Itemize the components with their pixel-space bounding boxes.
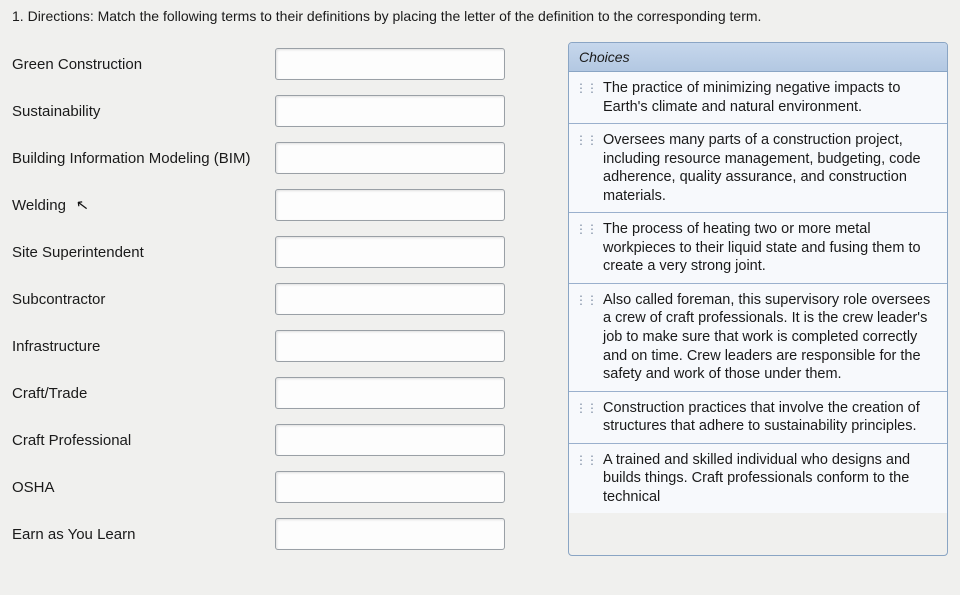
drag-handle-icon[interactable]: ⋮⋮: [575, 399, 597, 414]
drag-handle-icon[interactable]: ⋮⋮: [575, 451, 597, 466]
choice-item[interactable]: ⋮⋮ A trained and skilled individual who d…: [569, 444, 947, 514]
term-label: Subcontractor: [12, 291, 257, 308]
answer-drop-slot[interactable]: [275, 424, 505, 456]
question-number: 1.: [12, 8, 24, 24]
term-row: Craft Professional: [12, 418, 552, 462]
term-label: Green Construction: [12, 56, 257, 73]
term-row: Building Information Modeling (BIM): [12, 136, 552, 180]
term-label: OSHA: [12, 479, 257, 496]
term-row: Earn as You Learn: [12, 512, 552, 556]
drag-handle-icon[interactable]: ⋮⋮: [575, 291, 597, 306]
answer-drop-slot[interactable]: [275, 95, 505, 127]
choice-item[interactable]: ⋮⋮ Construction practices that involve th…: [569, 392, 947, 444]
term-row: Infrastructure: [12, 324, 552, 368]
choices-list: ⋮⋮ The practice of minimizing negative im…: [569, 72, 947, 513]
term-label: Site Superintendent: [12, 244, 257, 261]
term-row: Welding: [12, 183, 552, 227]
term-row: Sustainability: [12, 89, 552, 133]
term-label: Craft/Trade: [12, 385, 257, 402]
answer-drop-slot[interactable]: [275, 48, 505, 80]
drag-handle-icon[interactable]: ⋮⋮: [575, 131, 597, 146]
answer-drop-slot[interactable]: [275, 471, 505, 503]
answer-drop-slot[interactable]: [275, 377, 505, 409]
choices-header: Choices: [569, 43, 947, 72]
choice-text: The process of heating two or more metal…: [603, 220, 937, 276]
term-label: Earn as You Learn: [12, 526, 257, 543]
directions-text: Directions: Match the following terms to…: [28, 8, 762, 24]
term-row: Green Construction: [12, 42, 552, 86]
term-row: Site Superintendent: [12, 230, 552, 274]
choice-text: Also called foreman, this supervisory ro…: [603, 291, 937, 384]
choice-text: The practice of minimizing negative impa…: [603, 79, 937, 116]
choice-item[interactable]: ⋮⋮ The process of heating two or more met…: [569, 213, 947, 284]
choice-item[interactable]: ⋮⋮ Also called foreman, this supervisory …: [569, 284, 947, 392]
term-label: Craft Professional: [12, 432, 257, 449]
answer-drop-slot[interactable]: [275, 330, 505, 362]
answer-drop-slot[interactable]: [275, 236, 505, 268]
answer-drop-slot[interactable]: [275, 518, 505, 550]
answer-drop-slot[interactable]: [275, 189, 505, 221]
term-row: Subcontractor: [12, 277, 552, 321]
choices-panel: Choices ⋮⋮ The practice of minimizing neg…: [568, 42, 948, 556]
choice-item[interactable]: ⋮⋮ The practice of minimizing negative im…: [569, 72, 947, 124]
answer-drop-slot[interactable]: [275, 283, 505, 315]
choice-text: Oversees many parts of a construction pr…: [603, 131, 937, 205]
choice-item[interactable]: ⋮⋮ Oversees many parts of a construction …: [569, 124, 947, 213]
term-label: Sustainability: [12, 103, 257, 120]
drag-handle-icon[interactable]: ⋮⋮: [575, 220, 597, 235]
term-label: Welding: [12, 197, 257, 214]
choice-text: Construction practices that involve the …: [603, 399, 937, 436]
term-label: Building Information Modeling (BIM): [12, 150, 257, 167]
answer-drop-slot[interactable]: [275, 142, 505, 174]
term-row: OSHA: [12, 465, 552, 509]
terms-column: Green Construction Sustainability Building…: [12, 42, 552, 556]
term-label: Infrastructure: [12, 338, 257, 355]
choice-text: A trained and skilled individual who des…: [603, 451, 937, 507]
matching-layout: Green Construction Sustainability Building…: [12, 42, 948, 556]
term-row: Craft/Trade: [12, 371, 552, 415]
directions-line: 1. Directions: Match the following terms…: [12, 8, 948, 24]
drag-handle-icon[interactable]: ⋮⋮: [575, 79, 597, 94]
